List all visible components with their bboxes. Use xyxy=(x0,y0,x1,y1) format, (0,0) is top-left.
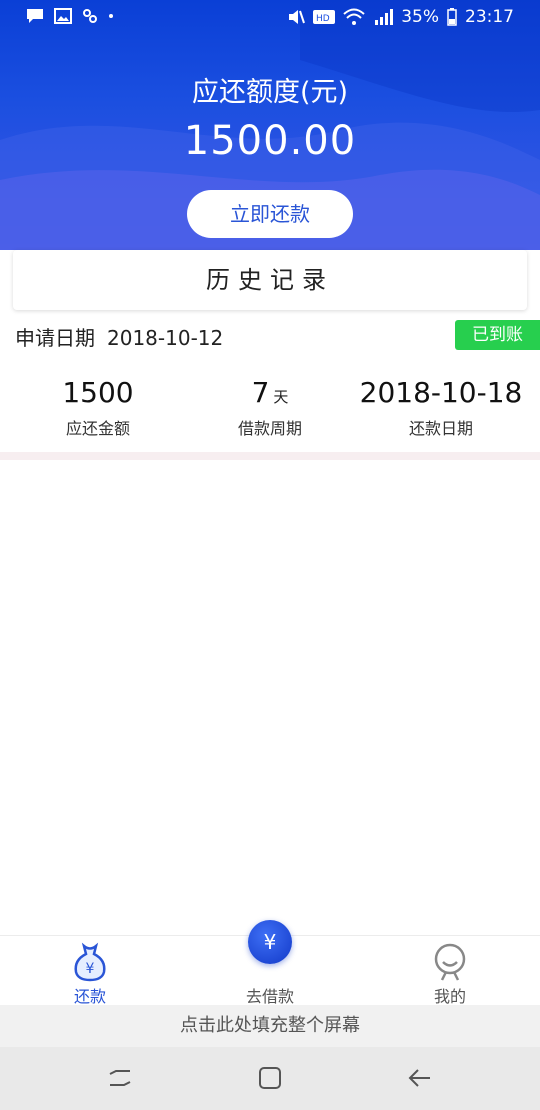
fill-screen-bar[interactable]: 点击此处填充整个屏幕 xyxy=(0,1005,540,1047)
repay-limit-title: 应还额度(元) xyxy=(191,77,349,108)
tab-repay-label: 还款 xyxy=(73,987,106,1006)
loan-period-stat: 7天 借款周期 xyxy=(185,376,355,439)
loan-period-value: 7 xyxy=(251,376,270,409)
image-icon xyxy=(54,8,72,24)
dot-icon xyxy=(109,14,113,18)
system-nav-bar xyxy=(0,1047,540,1110)
yen-icon: ¥ xyxy=(263,930,277,954)
loan-record[interactable]: 申请日期 2018-10-12 已到账 1500 应还金额 7天 借款周期 201… xyxy=(0,320,540,452)
tab-repay[interactable]: ¥ 还款 xyxy=(0,936,180,1006)
home-icon[interactable] xyxy=(255,1063,285,1093)
repay-amount-value: 1500 xyxy=(62,376,134,409)
mute-icon xyxy=(289,10,306,24)
profile-icon xyxy=(434,943,466,981)
status-badge: 已到账 xyxy=(455,320,540,350)
status-bar: HD 35% 23:17 xyxy=(0,0,540,34)
repay-amount-stat: 1500 应还金额 xyxy=(13,376,183,439)
recents-icon[interactable] xyxy=(105,1063,135,1093)
loan-period-label: 借款周期 xyxy=(237,419,302,438)
tab-borrow-label: 去借款 xyxy=(245,987,294,1006)
tab-mine-label: 我的 xyxy=(433,987,466,1006)
due-date-stat: 2018-10-18 还款日期 xyxy=(356,376,526,439)
battery-icon xyxy=(447,8,457,26)
record-divider xyxy=(0,452,540,460)
voicemail-icon xyxy=(83,9,97,23)
wifi-icon xyxy=(343,8,365,25)
tab-mine[interactable]: 我的 xyxy=(360,936,540,1006)
due-date-label: 还款日期 xyxy=(408,419,473,438)
due-date-value: 2018-10-18 xyxy=(359,376,523,409)
apply-date-row: 申请日期 2018-10-12 xyxy=(15,322,223,351)
history-records-title: 历史记录 xyxy=(13,250,527,310)
battery-percent: 35% xyxy=(401,7,439,27)
hd-icon: HD xyxy=(313,10,336,24)
svg-text:¥: ¥ xyxy=(86,961,95,977)
apply-date-value: 2018-10-12 xyxy=(107,326,224,350)
borrow-fab-button[interactable]: ¥ xyxy=(248,920,292,964)
clock: 23:17 xyxy=(465,7,514,27)
repay-now-button[interactable]: 立即还款 xyxy=(187,190,353,238)
apply-date-label: 申请日期 xyxy=(15,326,95,350)
repay-amount-label: 应还金额 xyxy=(65,419,130,438)
svg-text:HD: HD xyxy=(316,14,330,24)
repay-limit-amount: 1500.00 xyxy=(183,118,357,164)
loan-period-unit: 天 xyxy=(273,388,289,406)
header-banner: 应还额度(元) 1500.00 立即还款 xyxy=(0,0,540,250)
money-bag-icon: ¥ xyxy=(74,942,106,982)
chat-icon xyxy=(27,9,43,23)
back-icon[interactable] xyxy=(405,1063,435,1093)
signal-icon xyxy=(375,9,394,25)
